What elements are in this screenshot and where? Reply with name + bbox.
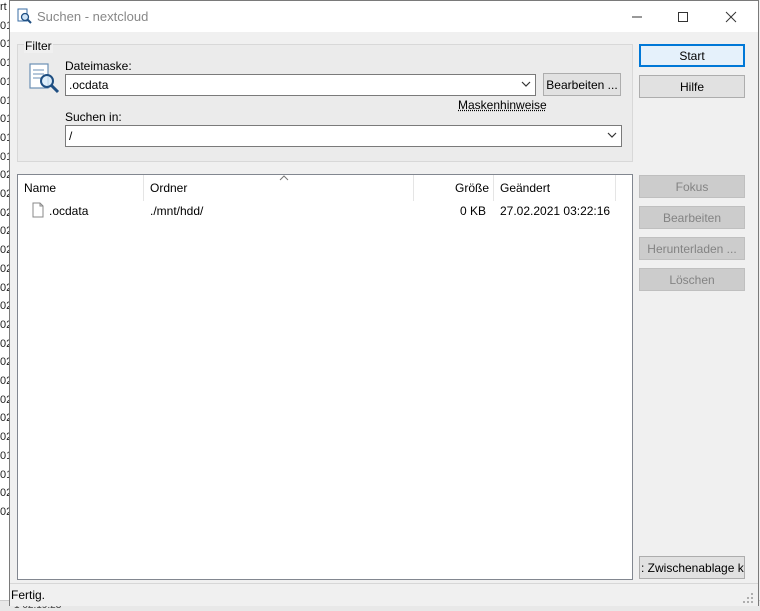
background-text-fragment: 01 [0,113,9,126]
results-list[interactable]: Name Ordner Größe Geändert .ocdata ./mnt… [17,174,633,580]
background-text-fragment: 02 [0,262,9,275]
focus-button[interactable]: Fokus [639,175,745,198]
background-text-fragment: 02 [0,206,9,219]
minimize-icon [632,16,642,17]
column-header-modified[interactable]: Geändert [494,175,616,201]
help-button[interactable]: Hilfe [639,75,745,98]
file-icon [32,202,44,218]
background-text-fragment: 01 [0,131,9,144]
download-button[interactable]: Herunterladen ... [639,237,745,260]
copy-to-clipboard-button[interactable]: : Zwischenablage kop [639,556,745,579]
column-header-name[interactable]: Name [18,175,144,201]
background-text-fragment: 01 [0,150,9,163]
minimize-button[interactable] [614,1,660,32]
background-text-fragment: 02 [0,431,9,444]
background-text-fragment: 02 [0,393,9,406]
delete-button[interactable]: Löschen [639,268,745,291]
background-text-fragment: 02 [0,188,9,200]
background-text-fragment: 02 [0,318,9,331]
search-in-combobox[interactable]: / [65,125,622,147]
window-title: Suchen - nextcloud [37,9,149,24]
edit-button[interactable]: Bearbeiten [639,206,745,229]
row-folder: ./mnt/hdd/ [150,204,204,218]
title-bar[interactable]: Suchen - nextcloud [10,1,758,32]
row-modified: 27.02.2021 03:22:16 [500,204,611,218]
mask-combobox[interactable]: .ocdata [65,74,536,96]
search-in-label: Suchen in: [65,110,122,124]
filter-legend: Filter [24,39,53,53]
status-bar: Fertig. [10,583,758,606]
search-dialog: Suchen - nextcloud Filter Dateimaske: .o… [9,0,759,606]
close-icon [725,11,737,22]
background-text-fragment: 02 [0,169,9,182]
mask-hints-link[interactable]: Maskenhinweise [458,98,547,112]
background-text-fragment: 02 [0,356,9,369]
background-text-fragment: 02 [0,244,9,257]
background-text-fragment: 01 [0,19,9,32]
background-text-fragment: rt [0,1,7,13]
background-text-fragment: 01 [0,449,9,462]
chevron-down-icon [607,132,617,138]
start-button[interactable]: Start [639,44,745,67]
background-text-fragment: 01 [0,94,9,107]
mask-value: .ocdata [69,78,109,92]
column-header-size[interactable]: Größe [414,175,494,201]
chevron-down-icon [521,81,531,87]
background-text-fragment: 01 [0,468,9,481]
mask-label: Dateimaske: [65,59,132,73]
background-text-fragment: 02 [0,337,9,350]
mask-edit-button[interactable]: Bearbeiten ... [543,73,621,96]
background-text-fragment: 02 [0,300,9,313]
background-text-fragment: 01 [0,38,9,51]
background-text-fragment: 02 [0,505,9,518]
background-text-fragment: 02 [0,281,9,294]
search-in-value: / [69,129,73,143]
table-row[interactable]: .ocdata ./mnt/hdd/ 0 KB 27.02.2021 03:22… [18,200,632,222]
row-size: 0 KB [459,204,486,218]
close-button[interactable] [708,1,754,32]
resize-grip-icon[interactable] [742,592,754,604]
background-text-fragment: 02 [0,487,9,500]
document-search-icon [29,63,60,94]
background-text-fragment: 02 [0,225,9,238]
maximize-icon [678,11,688,22]
search-window-icon [17,8,32,24]
background-app-strip: rt 01 01 01 01 01 01 01 01 02 02 02 02 02 02 02 02 02 02 02… [0,0,9,610]
row-name: .ocdata [49,204,89,218]
maximize-button[interactable] [660,1,706,32]
background-text-fragment: 01 [0,57,9,70]
status-text: Fertig. [11,588,46,602]
background-text-fragment: 01 [0,75,9,88]
background-text-fragment: 02 [0,412,9,425]
background-text-fragment: 02 [0,375,9,387]
column-header-folder[interactable]: Ordner [144,175,414,201]
